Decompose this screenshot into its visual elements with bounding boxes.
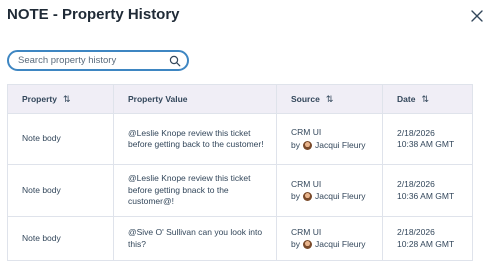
sort-icon[interactable]: ⇅ (421, 94, 429, 105)
table-row: Note body @Leslie Knope review this tick… (8, 165, 472, 217)
cell-date: 2/18/2026 10:38 AM GMT (383, 114, 472, 164)
user-name: Jacqui Fleury (314, 239, 366, 249)
cell-source: CRM UI by Jacqui Fleury (277, 114, 383, 164)
by-label: by (291, 239, 300, 249)
column-header-label: Property Value (128, 94, 188, 104)
date-value: 2/18/2026 (397, 227, 435, 237)
close-icon[interactable] (468, 7, 486, 25)
search-icon[interactable] (169, 55, 181, 67)
avatar (302, 192, 312, 202)
table-row: Note body @Sive O' Sullivan can you look… (8, 217, 472, 260)
user-name: Jacqui Fleury (314, 139, 366, 150)
source-label: CRM UI (291, 127, 322, 137)
cell-property: Note body (8, 165, 114, 216)
cell-value: @Leslie Knope review this ticket before … (114, 114, 277, 164)
cell-date: 2/18/2026 10:36 AM GMT (383, 165, 472, 216)
column-header-property[interactable]: Property ⇅ (8, 85, 114, 113)
column-header-label: Property (22, 94, 57, 104)
dialog-title: NOTE - Property History (7, 6, 180, 23)
cell-value: @Leslie Knope review this ticket before … (114, 165, 277, 216)
cell-property: Note body (8, 217, 114, 260)
table-header: Property ⇅ Property Value Source ⇅ Date … (8, 85, 472, 114)
sort-icon[interactable]: ⇅ (63, 94, 71, 105)
cell-date: 2/18/2026 10:28 AM GMT (383, 217, 472, 260)
time-value: 10:38 AM GMT (397, 139, 455, 149)
time-value: 10:28 AM GMT (397, 238, 455, 249)
column-header-value: Property Value (114, 85, 277, 113)
source-label: CRM UI (291, 226, 322, 237)
column-header-source[interactable]: Source ⇅ (277, 85, 383, 113)
date-value: 2/18/2026 (397, 127, 435, 138)
date-value: 2/18/2026 (397, 179, 435, 189)
by-label: by (291, 139, 300, 150)
column-header-label: Source (291, 94, 320, 104)
cell-source: CRM UI by Jacqui Fleury (277, 217, 383, 260)
property-history-table: Property ⇅ Property Value Source ⇅ Date … (7, 84, 473, 261)
sort-icon[interactable]: ⇅ (326, 94, 334, 105)
column-header-label: Date (397, 94, 416, 104)
source-label: CRM UI (291, 178, 322, 189)
column-header-date[interactable]: Date ⇅ (383, 85, 472, 113)
avatar (302, 140, 312, 150)
search-box[interactable] (7, 50, 189, 71)
cell-property: Note body (8, 114, 114, 164)
by-label: by (291, 191, 300, 201)
source-user: by Jacqui Fleury (291, 239, 382, 251)
table-row: Note body @Leslie Knope review this tick… (8, 114, 472, 165)
user-name: Jacqui Fleury (314, 191, 366, 201)
cell-source: CRM UI by Jacqui Fleury (277, 165, 383, 216)
cell-value: @Sive O' Sullivan can you look into this… (114, 217, 277, 260)
source-user: by Jacqui Fleury (291, 191, 382, 203)
avatar (302, 240, 312, 250)
source-user: by Jacqui Fleury (291, 140, 382, 152)
search-input[interactable] (18, 55, 169, 66)
time-value: 10:36 AM GMT (397, 190, 455, 201)
